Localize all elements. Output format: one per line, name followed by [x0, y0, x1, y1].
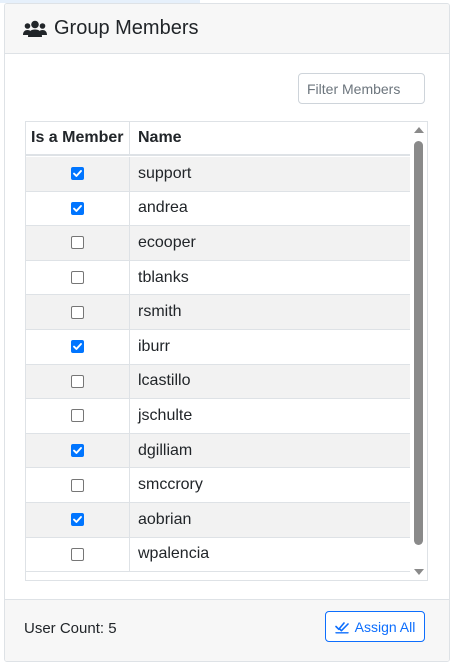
- username-cell: andrea: [138, 199, 188, 217]
- scroll-up-arrow-icon[interactable]: [414, 127, 424, 133]
- member-cell: [26, 191, 130, 226]
- username-cell: rsmith: [138, 303, 182, 321]
- member-checkbox[interactable]: [71, 305, 84, 319]
- table-row[interactable]: wpalencia: [26, 537, 410, 573]
- user-count: User Count: 5: [24, 620, 117, 637]
- table-row[interactable]: aobrian: [26, 502, 410, 538]
- member-checkbox[interactable]: [71, 374, 84, 388]
- member-checkbox[interactable]: [71, 236, 84, 250]
- table-row[interactable]: ecooper: [26, 226, 410, 261]
- member-cell: [26, 329, 130, 364]
- username-cell: iburr: [138, 337, 171, 355]
- table-row[interactable]: andrea: [26, 191, 410, 227]
- member-cell: [26, 157, 130, 191]
- assign-all-button[interactable]: Assign All: [325, 611, 425, 642]
- member-checkbox[interactable]: [71, 409, 84, 423]
- member-checkbox[interactable]: [71, 167, 84, 181]
- member-cell: [26, 502, 130, 537]
- table-scrollbar[interactable]: [410, 122, 427, 580]
- member-cell: [26, 399, 130, 433]
- filter-members-input[interactable]: [298, 73, 425, 104]
- member-cell: [26, 468, 130, 502]
- member-cell: [26, 226, 130, 260]
- double-check-icon: [334, 620, 349, 634]
- users-icon: [23, 20, 47, 38]
- member-cell: [26, 433, 130, 468]
- table-row[interactable]: jschulte: [26, 399, 410, 434]
- members-table: Is a Member Name support andrea ecooper tbl…: [25, 121, 428, 581]
- table-row[interactable]: support: [26, 157, 410, 192]
- scrollbar-thumb[interactable]: [414, 141, 423, 545]
- member-checkbox[interactable]: [71, 547, 84, 561]
- assign-all-label: Assign All: [354, 618, 416, 635]
- username-cell: lcastillo: [138, 372, 191, 390]
- member-checkbox[interactable]: [71, 271, 84, 285]
- member-cell: [26, 295, 130, 329]
- table-row[interactable]: lcastillo: [26, 364, 410, 400]
- panel-footer: User Count: 5 Assign All: [5, 599, 449, 661]
- column-header-member[interactable]: Is a Member: [26, 122, 130, 154]
- username-cell: smccrory: [138, 476, 203, 494]
- username-cell: dgilliam: [138, 441, 193, 459]
- member-checkbox[interactable]: [71, 201, 84, 215]
- panel-title: Group Members: [54, 17, 199, 39]
- panel-header: Group Members: [5, 4, 449, 54]
- scroll-down-arrow-icon[interactable]: [414, 569, 424, 575]
- table-row[interactable]: rsmith: [26, 295, 410, 330]
- username-cell: aobrian: [138, 510, 192, 528]
- table-header: Is a Member Name: [26, 122, 410, 156]
- column-header-name[interactable]: Name: [130, 122, 182, 154]
- member-cell: [26, 537, 130, 572]
- username-cell: wpalencia: [138, 545, 210, 563]
- group-members-panel: Group Members Is a Member Name support an…: [4, 3, 450, 662]
- username-cell: ecooper: [138, 233, 196, 251]
- member-checkbox[interactable]: [71, 444, 84, 458]
- member-cell: [26, 260, 130, 295]
- table-row[interactable]: iburr: [26, 329, 410, 365]
- table-body: support andrea ecooper tblanks rsmith iburr lc…: [26, 157, 410, 573]
- member-checkbox[interactable]: [71, 513, 84, 527]
- table-row[interactable]: dgilliam: [26, 433, 410, 469]
- member-checkbox[interactable]: [71, 478, 84, 492]
- table-row[interactable]: tblanks: [26, 260, 410, 296]
- username-cell: support: [138, 164, 192, 182]
- table-row[interactable]: smccrory: [26, 468, 410, 503]
- member-checkbox[interactable]: [71, 340, 84, 354]
- username-cell: tblanks: [138, 268, 189, 286]
- username-cell: jschulte: [138, 406, 193, 424]
- member-cell: [26, 364, 130, 399]
